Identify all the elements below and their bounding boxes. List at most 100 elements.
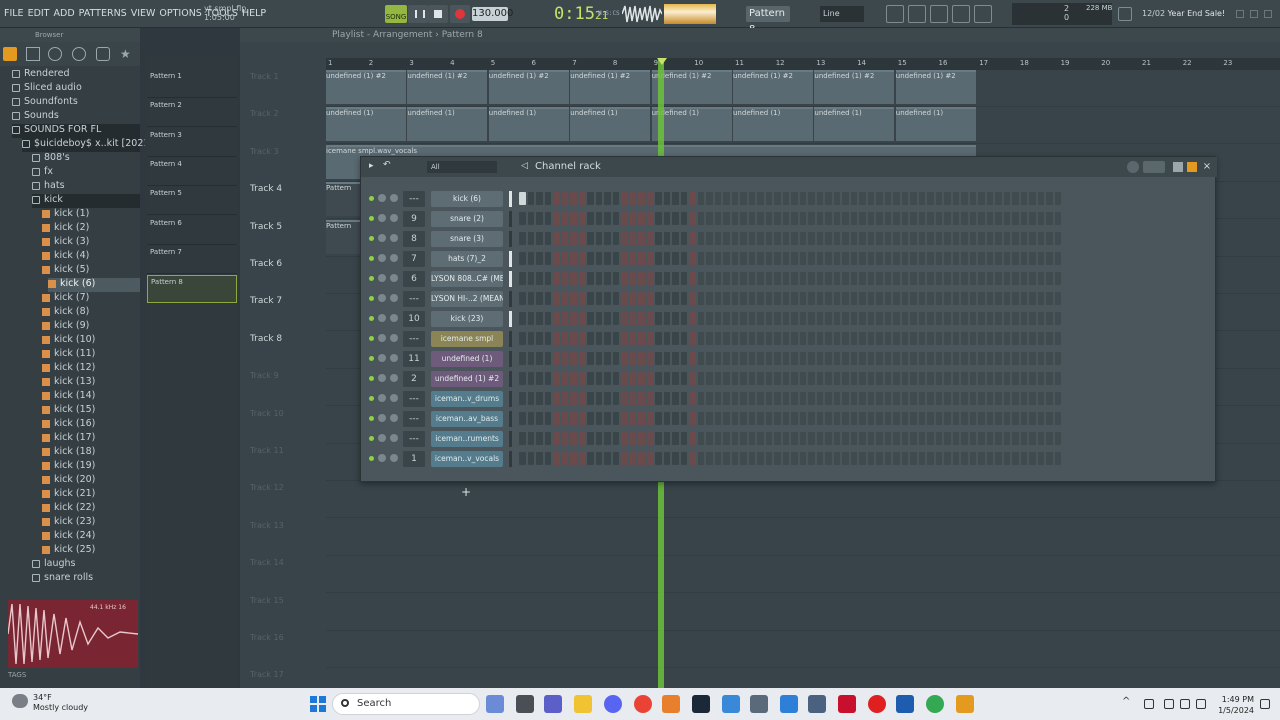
step-button[interactable]	[587, 332, 594, 345]
step-button[interactable]	[774, 312, 781, 325]
step-button[interactable]	[604, 452, 611, 465]
step-button[interactable]	[952, 212, 959, 225]
step-button[interactable]	[910, 272, 917, 285]
step-button[interactable]	[629, 332, 636, 345]
step-button[interactable]	[1020, 352, 1027, 365]
step-button[interactable]	[604, 292, 611, 305]
step-button[interactable]	[561, 352, 568, 365]
step-button[interactable]	[519, 452, 526, 465]
step-button[interactable]	[689, 452, 696, 465]
step-button[interactable]	[706, 372, 713, 385]
step-button[interactable]	[791, 272, 798, 285]
channel-volume-knob[interactable]	[390, 434, 398, 442]
step-button[interactable]	[646, 352, 653, 365]
song-mode-button[interactable]: SONG	[385, 5, 407, 23]
step-button[interactable]	[791, 332, 798, 345]
step-button[interactable]	[663, 232, 670, 245]
step-button[interactable]	[961, 452, 968, 465]
step-button[interactable]	[570, 352, 577, 365]
step-button[interactable]	[561, 292, 568, 305]
channel-rack-icon[interactable]	[930, 5, 948, 23]
step-button[interactable]	[561, 332, 568, 345]
step-button[interactable]	[748, 372, 755, 385]
step-button[interactable]	[799, 332, 806, 345]
step-button[interactable]	[1029, 412, 1036, 425]
step-button[interactable]	[952, 372, 959, 385]
step-button[interactable]	[901, 372, 908, 385]
step-button[interactable]	[1020, 452, 1027, 465]
step-button[interactable]	[723, 312, 730, 325]
step-button[interactable]	[680, 232, 687, 245]
step-button[interactable]	[961, 292, 968, 305]
step-button[interactable]	[757, 332, 764, 345]
step-button[interactable]	[825, 192, 832, 205]
step-button[interactable]	[918, 332, 925, 345]
audio-clip[interactable]: undefined (1) #2	[407, 70, 488, 104]
step-button[interactable]	[638, 212, 645, 225]
step-button[interactable]	[740, 412, 747, 425]
step-button[interactable]	[833, 292, 840, 305]
step-button[interactable]	[1037, 432, 1044, 445]
step-button[interactable]	[1020, 252, 1027, 265]
step-button[interactable]	[995, 292, 1002, 305]
app-red-icon[interactable]	[838, 695, 856, 713]
step-button[interactable]	[731, 192, 738, 205]
step-button[interactable]	[536, 212, 543, 225]
step-button[interactable]	[765, 372, 772, 385]
step-button[interactable]	[1003, 312, 1010, 325]
step-button[interactable]	[833, 312, 840, 325]
step-button[interactable]	[757, 392, 764, 405]
step-button[interactable]	[714, 192, 721, 205]
step-button[interactable]	[612, 372, 619, 385]
step-button[interactable]	[833, 212, 840, 225]
channel-mute-led[interactable]	[369, 316, 374, 321]
step-button[interactable]	[570, 212, 577, 225]
step-button[interactable]	[570, 432, 577, 445]
mic-icon[interactable]	[1144, 699, 1154, 709]
step-button[interactable]	[986, 292, 993, 305]
step-button[interactable]	[561, 412, 568, 425]
step-button[interactable]	[961, 192, 968, 205]
step-button[interactable]	[995, 352, 1002, 365]
step-button[interactable]	[825, 272, 832, 285]
channel-select-bar[interactable]	[509, 391, 512, 407]
step-button[interactable]	[748, 192, 755, 205]
step-button[interactable]	[519, 432, 526, 445]
step-button[interactable]	[672, 452, 679, 465]
channel-name-button[interactable]: icemane smpl	[431, 331, 503, 347]
pattern-item[interactable]: Pattern 6	[147, 217, 237, 245]
step-button[interactable]	[1054, 212, 1061, 225]
step-button[interactable]	[842, 412, 849, 425]
step-button[interactable]	[1029, 272, 1036, 285]
channel-select-bar[interactable]	[509, 431, 512, 447]
channel-mute-led[interactable]	[369, 416, 374, 421]
step-button[interactable]	[604, 432, 611, 445]
step-button[interactable]	[1029, 212, 1036, 225]
step-button[interactable]	[952, 432, 959, 445]
audio-clip[interactable]: undefined (1)	[733, 107, 813, 142]
step-button[interactable]	[595, 432, 602, 445]
step-button[interactable]	[765, 332, 772, 345]
step-button[interactable]	[714, 332, 721, 345]
step-button[interactable]	[544, 292, 551, 305]
step-button[interactable]	[748, 332, 755, 345]
channel-pan-knob[interactable]	[378, 194, 386, 202]
step-button[interactable]	[816, 312, 823, 325]
step-button[interactable]	[757, 352, 764, 365]
step-button[interactable]	[595, 372, 602, 385]
step-button[interactable]	[910, 232, 917, 245]
step-button[interactable]	[961, 332, 968, 345]
step-button[interactable]	[723, 272, 730, 285]
step-button[interactable]	[765, 432, 772, 445]
step-button[interactable]	[604, 372, 611, 385]
step-button[interactable]	[1037, 212, 1044, 225]
step-button[interactable]	[680, 292, 687, 305]
settings-icon[interactable]	[808, 695, 826, 713]
step-button[interactable]	[740, 372, 747, 385]
step-button[interactable]	[1020, 432, 1027, 445]
step-button[interactable]	[918, 432, 925, 445]
step-button[interactable]	[825, 332, 832, 345]
audio-clip[interactable]: undefined (1)	[814, 107, 895, 142]
step-button[interactable]	[621, 332, 628, 345]
step-button[interactable]	[1020, 292, 1027, 305]
